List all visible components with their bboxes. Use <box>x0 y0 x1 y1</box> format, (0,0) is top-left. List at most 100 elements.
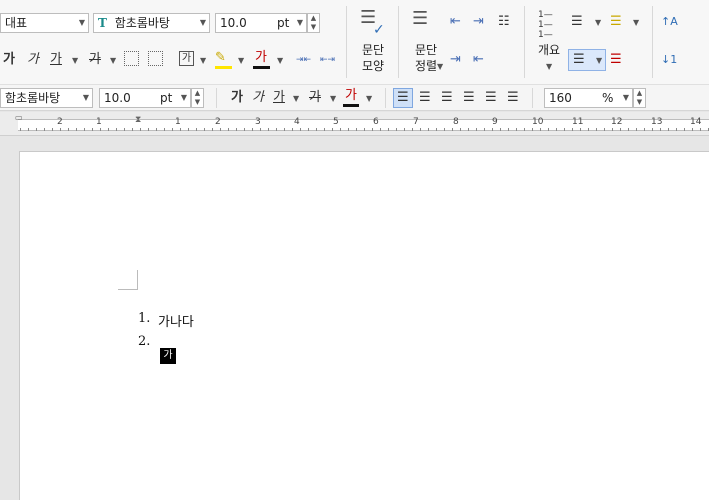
outline-button[interactable]: 개요 <box>534 42 564 58</box>
ruler-tick <box>516 128 517 131</box>
ruler-number: 1 <box>96 117 102 127</box>
align-distribute-button[interactable]: ☰ <box>485 90 497 106</box>
font-combo-value: 함초롬바탕 <box>114 16 170 30</box>
format-font-combo[interactable]: 함초롬바탕 ▼ <box>0 88 93 108</box>
ruler-tick <box>444 128 445 131</box>
ime-composition-cursor: 가 <box>160 348 176 364</box>
outdent-icon[interactable]: ⇥ <box>450 52 461 68</box>
line-spacing-spinner[interactable]: ▲ ▼ <box>633 88 646 108</box>
underline-button[interactable]: 가 <box>50 52 62 68</box>
bookmark-list-icon[interactable]: ☰ <box>610 52 622 68</box>
char-spacing-narrow-icon[interactable]: ⇥⇤ <box>296 52 311 68</box>
checklist-icon[interactable]: ☰ <box>610 14 622 30</box>
bold-button[interactable]: 가 <box>3 52 15 68</box>
left-margin-marker-icon[interactable]: ▭ <box>15 113 23 122</box>
ruler-number: 11 <box>572 117 584 127</box>
char-border-icon[interactable]: 가 <box>179 51 194 66</box>
ruler-number: 13 <box>651 117 663 127</box>
ruler-tick <box>260 128 261 131</box>
outline-border-icon[interactable] <box>124 51 139 66</box>
toolbar-separator <box>216 88 217 108</box>
chevron-down-icon: ▼ <box>596 56 603 65</box>
horizontal-ruler[interactable]: 2 1 1 2 3 4 5 6 7 8 9 10 11 12 13 14 ⧗ ▭ <box>0 112 709 136</box>
chevron-down-icon[interactable]: ▼ <box>72 56 78 65</box>
ruler-tick <box>44 128 45 131</box>
ruler-tick <box>132 128 133 131</box>
paragraph-spacing-icon[interactable]: ☷ <box>498 14 510 30</box>
ruler-tick <box>356 128 357 131</box>
ruler-tick <box>156 128 157 131</box>
chevron-down-icon[interactable]: ▼ <box>200 56 206 65</box>
chevron-down-icon[interactable]: ▼ <box>238 56 244 65</box>
chevron-down-icon[interactable]: ▼ <box>437 62 443 71</box>
ribbon-separator <box>346 6 347 78</box>
ruler-tick <box>692 128 693 131</box>
ruler-tick <box>484 128 485 131</box>
ruler-tick <box>508 128 509 131</box>
align-left-button[interactable]: ☰ <box>419 90 431 106</box>
bullet-list-icon[interactable]: ☰ <box>571 14 583 30</box>
numbered-list-icon: ☰ <box>573 52 585 67</box>
ruler-tick <box>300 128 301 131</box>
highlight-color-swatch <box>215 66 232 69</box>
chevron-down-icon[interactable]: ▼ <box>293 94 299 103</box>
ruler-number: 10 <box>532 117 544 127</box>
line-spacing-combo[interactable]: 160 % ▼ <box>544 88 633 108</box>
chevron-down-icon[interactable]: ▼ <box>595 18 601 27</box>
ruler-tick <box>140 128 141 131</box>
ruler-tick <box>20 128 21 131</box>
list-item-number: 1. <box>138 311 151 326</box>
style-combo[interactable]: 대표 ▼ <box>0 13 89 33</box>
ruler-tick <box>372 128 373 131</box>
font-size-spinner[interactable]: ▲ ▼ <box>307 13 320 33</box>
font-size-value: 10.0 <box>220 16 247 30</box>
indent-increase-icon[interactable]: ⇥ <box>473 14 484 30</box>
ruler-number: 4 <box>294 117 300 127</box>
format-strikethrough-button[interactable]: 가 <box>309 90 321 106</box>
check-icon: ✓ <box>373 22 385 38</box>
font-size-combo[interactable]: 10.0 pt ▼ <box>215 13 307 33</box>
chevron-down-icon[interactable]: ▼ <box>330 94 336 103</box>
format-size-spinner[interactable]: ▲ ▼ <box>191 88 204 108</box>
ruler-tick <box>212 128 213 131</box>
format-bold-button[interactable]: 가 <box>231 90 243 106</box>
font-combo[interactable]: T 함초롬바탕 ▼ <box>93 13 210 33</box>
italic-button[interactable]: 가 <box>27 52 39 68</box>
ruler-tick <box>428 128 429 131</box>
ribbon-toolbar: 대표 ▼ T 함초롬바탕 ▼ 10.0 pt ▼ ▲ ▼ 가 가 가 ▼ 가 ▼ … <box>0 0 709 84</box>
format-font-color-button[interactable]: 가 <box>345 88 357 104</box>
font-color-button[interactable]: 가 <box>255 50 267 66</box>
table-border-icon[interactable] <box>148 51 163 66</box>
ruler-tick <box>668 128 669 131</box>
list-item-text[interactable]: 가나다 <box>158 311 194 330</box>
format-underline-button[interactable]: 가 <box>273 90 285 106</box>
style-combo-value: 대표 <box>5 16 28 30</box>
indent-marker-icon[interactable]: ⧗ <box>135 115 141 125</box>
align-divide-button[interactable]: ☰ <box>507 90 519 106</box>
document-page[interactable] <box>19 151 709 500</box>
ruler-tick <box>556 128 557 131</box>
strikethrough-button[interactable]: 가 <box>89 52 101 68</box>
sort-descending-icon[interactable]: ↓1 <box>661 52 677 68</box>
ruler-tick <box>188 128 189 131</box>
char-spacing-wide-icon[interactable]: ⇤⇥ <box>320 52 335 68</box>
format-size-combo[interactable]: 10.0 pt ▼ <box>99 88 191 108</box>
chevron-down-icon[interactable]: ▼ <box>633 18 639 27</box>
sort-ascending-icon[interactable]: ↑A <box>661 14 678 30</box>
highlight-button[interactable]: ✎ <box>215 50 226 66</box>
chevron-down-icon[interactable]: ▼ <box>110 56 116 65</box>
format-italic-button[interactable]: 가 <box>252 90 264 106</box>
chevron-down-icon[interactable]: ▼ <box>546 62 552 71</box>
ruler-tick <box>124 128 125 131</box>
chevron-down-icon[interactable]: ▼ <box>277 56 283 65</box>
ruler-tick <box>676 128 677 131</box>
line-spacing-unit: % <box>602 91 614 105</box>
paragraph-shape-button[interactable]: 문단 모양 <box>356 42 390 74</box>
numbered-list-button-selected[interactable]: ☰ ▼ <box>568 49 606 71</box>
chevron-down-icon[interactable]: ▼ <box>366 94 372 103</box>
align-center-button[interactable]: ☰ <box>441 90 453 106</box>
hanging-indent-icon[interactable]: ⇤ <box>473 52 484 68</box>
indent-decrease-icon[interactable]: ⇤ <box>450 14 461 30</box>
align-justify-button-active[interactable]: ☰ <box>393 88 413 108</box>
align-right-button[interactable]: ☰ <box>463 90 475 106</box>
